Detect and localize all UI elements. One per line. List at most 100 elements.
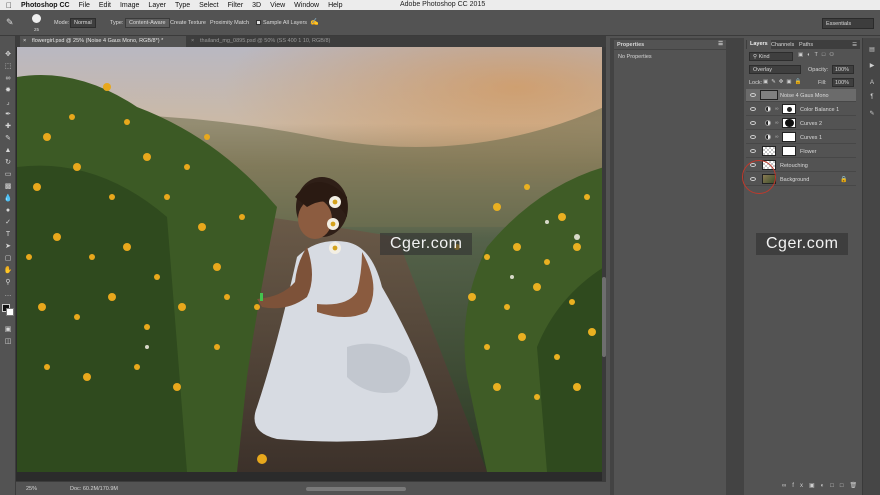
fill-input[interactable]: 100%: [832, 78, 854, 87]
path-selection-tool-icon[interactable]: ➤: [3, 242, 13, 251]
layer-row-noise[interactable]: Noise 4 Gaus Mono: [746, 89, 856, 102]
filter-icons[interactable]: ▣◐T□⚇: [798, 52, 838, 58]
menu-select[interactable]: Select: [199, 2, 218, 9]
create-texture-option[interactable]: Create Texture: [170, 20, 206, 26]
adjustment-layer-icon: [765, 134, 771, 140]
adjustment-layer-icon: [765, 120, 771, 126]
crop-tool-icon[interactable]: ⌟: [3, 98, 13, 107]
content-aware-option[interactable]: Content-Aware: [125, 18, 170, 28]
blend-mode-select[interactable]: Overlay: [749, 65, 801, 74]
layer-kind-filter[interactable]: ⚲ Kind: [749, 52, 793, 61]
layer-row-curves-1[interactable]: ∞ Curves 1: [746, 131, 856, 144]
tab-thailand[interactable]: × thailand_mg_0895.psd @ 50% (SS 400 1 1…: [188, 36, 348, 47]
quick-select-tool-icon[interactable]: ✸: [3, 86, 13, 95]
lock-icons[interactable]: ▣✎✥▣🔒: [763, 79, 804, 85]
mode-select[interactable]: Normal: [70, 18, 96, 28]
apple-icon[interactable]: : [6, 1, 12, 10]
vertical-scrollbar[interactable]: [602, 47, 606, 481]
vertical-scroll-thumb[interactable]: [602, 277, 606, 357]
app-menu[interactable]: Photoshop CC: [21, 2, 70, 9]
more-tools-icon[interactable]: …: [3, 290, 13, 299]
mask-link-icon[interactable]: ∞: [775, 120, 779, 126]
adjustment-layer-icon: [765, 106, 771, 112]
menu-filter[interactable]: Filter: [228, 2, 244, 9]
pressure-icon[interactable]: ✍: [310, 18, 319, 26]
brushes-icon[interactable]: ✎: [868, 110, 876, 118]
tab-channels[interactable]: Channels: [771, 42, 794, 48]
history-icon[interactable]: ▤: [868, 46, 876, 54]
mask-link-icon[interactable]: ∞: [775, 134, 779, 140]
menu-edit[interactable]: Edit: [99, 2, 111, 9]
menu-type[interactable]: Type: [175, 2, 190, 9]
layer-row-curves-2[interactable]: ∞ Curves 2: [746, 117, 856, 130]
visibility-eye-icon[interactable]: [750, 121, 756, 125]
screen-mode-icon[interactable]: ◫: [3, 337, 13, 346]
visibility-eye-icon[interactable]: [750, 93, 756, 97]
layer-row-flower[interactable]: Flower: [746, 145, 856, 158]
brush-tool-icon[interactable]: ✎: [3, 134, 13, 143]
tab-flowergirl[interactable]: × flowergirl.psd @ 25% (Noise 4 Gaus Mon…: [20, 36, 186, 47]
hand-tool-icon[interactable]: ✋: [3, 266, 13, 275]
paragraph-icon[interactable]: ¶: [868, 94, 876, 102]
fill-label: Fill:: [818, 80, 827, 86]
clone-stamp-tool-icon[interactable]: ▲: [3, 146, 13, 155]
gradient-tool-icon[interactable]: ▩: [3, 182, 13, 191]
close-tab-icon[interactable]: ×: [191, 36, 194, 47]
layer-name[interactable]: Noise 4 Gaus Mono: [780, 93, 829, 99]
healing-brush-tool-icon[interactable]: ✚: [3, 122, 13, 131]
proximity-match-option[interactable]: Proximity Match: [210, 20, 249, 26]
blur-tool-icon[interactable]: 💧: [3, 194, 13, 203]
menu-3d[interactable]: 3D: [252, 2, 261, 9]
menu-window[interactable]: Window: [294, 2, 319, 9]
opacity-input[interactable]: 100%: [832, 65, 854, 74]
layers-footer-icons[interactable]: ∞fx▣◐□□🗑: [782, 482, 863, 489]
document-canvas[interactable]: Cger.com: [17, 47, 604, 472]
workspace-switcher[interactable]: Essentials: [822, 18, 874, 29]
eyedropper-tool-icon[interactable]: ✒: [3, 110, 13, 119]
pen-tool-icon[interactable]: ✓: [3, 218, 13, 227]
horizontal-scrollbar[interactable]: [306, 487, 406, 491]
panel-menu-icon[interactable]: ☰: [852, 42, 857, 48]
marquee-tool-icon[interactable]: ⬚: [3, 62, 13, 71]
menu-file[interactable]: File: [79, 2, 90, 9]
spot-healing-brush-icon[interactable]: ✎: [6, 17, 14, 28]
sample-all-layers-checkbox[interactable]: Sample All Layers: [256, 20, 307, 26]
menu-view[interactable]: View: [270, 2, 285, 9]
history-brush-tool-icon[interactable]: ↻: [3, 158, 13, 167]
menu-help[interactable]: Help: [328, 2, 342, 9]
eraser-tool-icon[interactable]: ▭: [3, 170, 13, 179]
dodge-tool-icon[interactable]: ●: [3, 206, 13, 215]
layer-name[interactable]: Flower: [800, 149, 817, 155]
layer-name[interactable]: Retouching: [780, 163, 808, 169]
brush-preset-picker[interactable]: [32, 14, 41, 25]
background-color-swatch[interactable]: [6, 308, 14, 316]
mask-link-icon[interactable]: ∞: [775, 106, 779, 112]
move-tool-icon[interactable]: ✥: [3, 50, 13, 59]
type-tool-icon[interactable]: T: [3, 230, 13, 239]
close-tab-icon[interactable]: ×: [23, 36, 26, 47]
layer-mask-thumbnail: [782, 146, 796, 156]
visibility-eye-icon[interactable]: [750, 149, 756, 153]
rectangle-tool-icon[interactable]: ▢: [3, 254, 13, 263]
zoom-level[interactable]: 25%: [26, 486, 37, 492]
tab-layers[interactable]: Layers: [747, 40, 771, 49]
panel-menu-icon[interactable]: ☰: [718, 41, 723, 47]
mode-label: Mode:: [54, 20, 70, 26]
menu-layer[interactable]: Layer: [148, 2, 166, 9]
tab-paths[interactable]: Paths: [799, 42, 813, 48]
actions-icon[interactable]: ▶: [868, 62, 876, 70]
layer-name[interactable]: Curves 1: [800, 135, 822, 141]
quick-mask-icon[interactable]: ▣: [3, 325, 13, 334]
visibility-eye-icon[interactable]: [750, 135, 756, 139]
options-bar: ✎ 25 Mode: Normal Type: Content-Aware Cr…: [0, 10, 880, 36]
lasso-tool-icon[interactable]: ∞: [3, 74, 13, 83]
layer-name[interactable]: Curves 2: [800, 121, 822, 127]
character-icon[interactable]: A: [868, 80, 876, 88]
menu-image[interactable]: Image: [120, 2, 139, 9]
layer-name[interactable]: Color Balance 1: [800, 107, 839, 113]
layer-name[interactable]: Background: [780, 177, 809, 183]
visibility-eye-icon[interactable]: [750, 107, 756, 111]
menu-bar:  Photoshop CC File Edit Image Layer Typ…: [0, 0, 880, 10]
zoom-tool-icon[interactable]: ⚲: [3, 278, 13, 287]
layer-row-color-balance[interactable]: ∞ Color Balance 1: [746, 103, 856, 116]
